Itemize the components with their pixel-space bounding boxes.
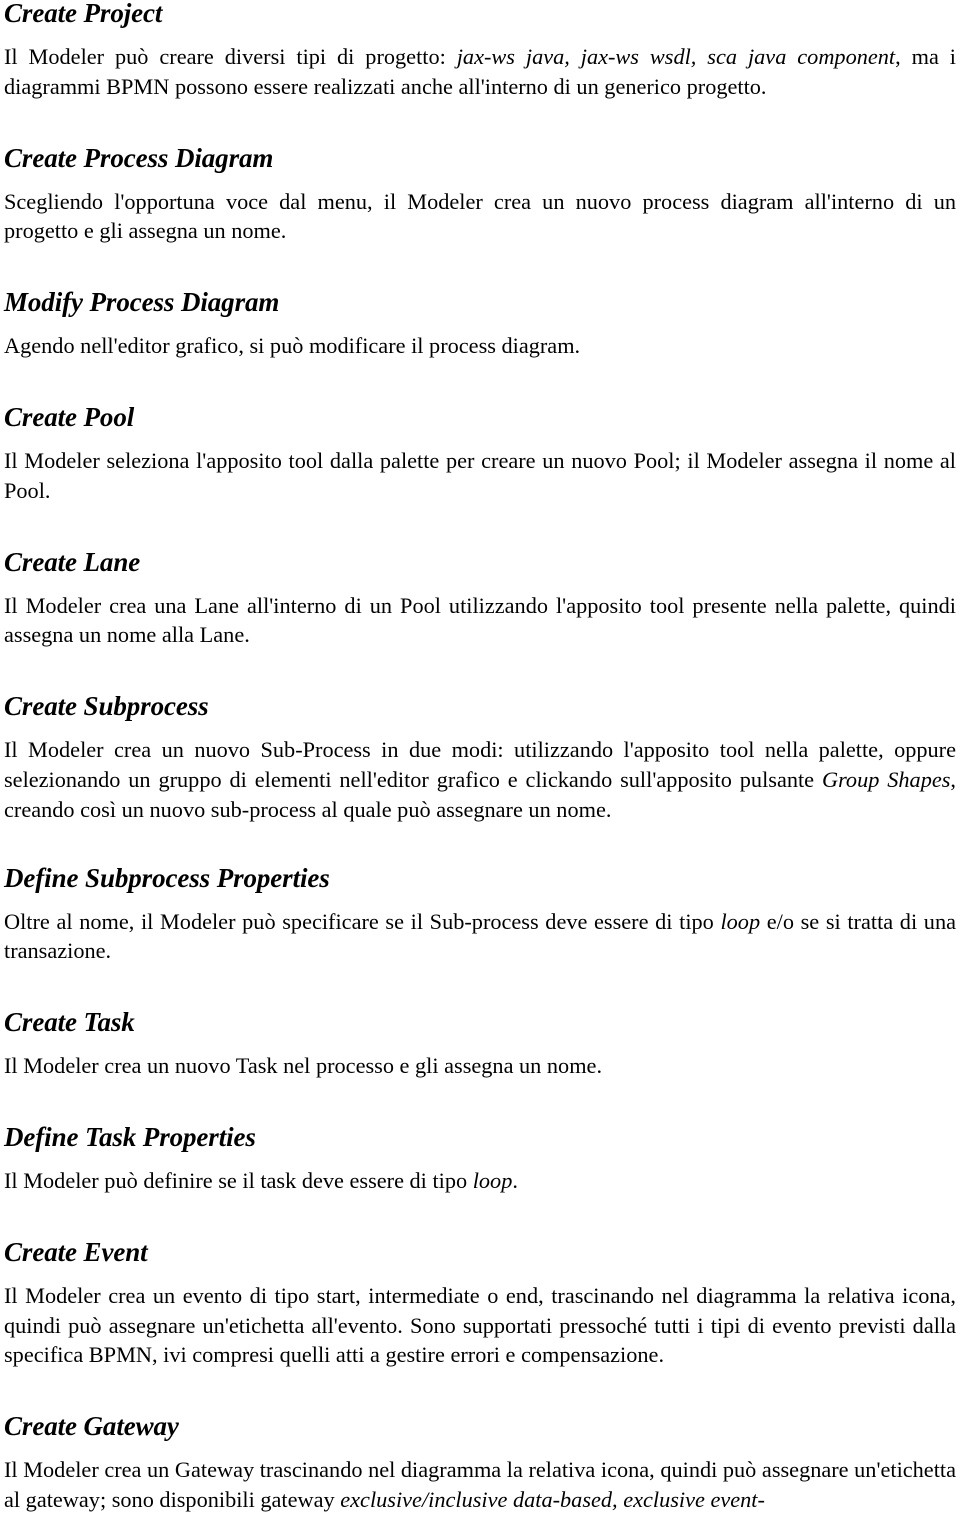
body-create-project: Il Modeler può creare diversi tipi di pr… (4, 44, 956, 99)
section-create-subprocess: Create Subprocess Il Modeler crea un nuo… (4, 693, 956, 824)
document-page: Create Project Il Modeler può creare div… (0, 0, 960, 1512)
heading-create-task: Create Task (4, 1007, 135, 1038)
heading-define-subprocess-properties: Define Subprocess Properties (4, 862, 330, 893)
heading-create-project: Create Project (4, 0, 163, 28)
heading-create-pool: Create Pool (4, 401, 135, 432)
heading-modify-process-diagram: Modify Process Diagram (4, 287, 280, 318)
heading-define-task-properties: Define Task Properties (4, 1121, 256, 1152)
heading-create-lane: Create Lane (4, 546, 141, 577)
body-create-pool: Il Modeler seleziona l'apposito tool dal… (4, 447, 956, 503)
body-create-subprocess: Il Modeler crea un nuovo Sub-Process in … (4, 737, 956, 822)
body-create-event: Il Modeler crea un evento di tipo start,… (4, 1282, 956, 1368)
heading-create-process-diagram: Create Process Diagram (4, 142, 274, 173)
heading-create-gateway: Create Gateway (4, 1411, 179, 1442)
body-create-gateway: Il Modeler crea un Gateway trascinando n… (4, 1457, 956, 1512)
section-create-lane: Create Lane Il Modeler crea una Lane all… (4, 546, 956, 651)
section-define-subprocess-properties: Define Subprocess Properties Oltre al no… (4, 862, 956, 967)
body-define-task-properties: Il Modeler può definire se il task deve … (4, 1167, 518, 1193)
section-create-pool: Create Pool Il Modeler seleziona l'appos… (4, 401, 956, 506)
body-create-task: Il Modeler crea un nuovo Task nel proces… (4, 1053, 603, 1079)
section-create-gateway: Create Gateway Il Modeler crea un Gatewa… (4, 1413, 956, 1515)
section-create-task: Create Task Il Modeler crea un nuovo Tas… (4, 1009, 956, 1081)
body-create-process-diagram: Scegliendo l'opportuna voce dal menu, il… (4, 188, 956, 244)
body-modify-process-diagram: Agendo nell'editor grafico, si può modif… (4, 333, 581, 359)
section-create-project: Create Project Il Modeler può creare div… (4, 0, 956, 102)
body-create-lane: Il Modeler crea una Lane all'interno di … (4, 592, 956, 648)
heading-create-subprocess: Create Subprocess (4, 691, 209, 722)
section-modify-process-diagram: Modify Process Diagram Agendo nell'edito… (4, 289, 956, 361)
heading-create-event: Create Event (4, 1236, 148, 1267)
section-create-process-diagram: Create Process Diagram Scegliendo l'oppo… (4, 142, 956, 247)
section-define-task-properties: Define Task Properties Il Modeler può de… (4, 1121, 956, 1196)
section-create-event: Create Event Il Modeler crea un evento d… (4, 1236, 956, 1370)
body-define-subprocess-properties: Oltre al nome, il Modeler può specificar… (4, 908, 956, 964)
